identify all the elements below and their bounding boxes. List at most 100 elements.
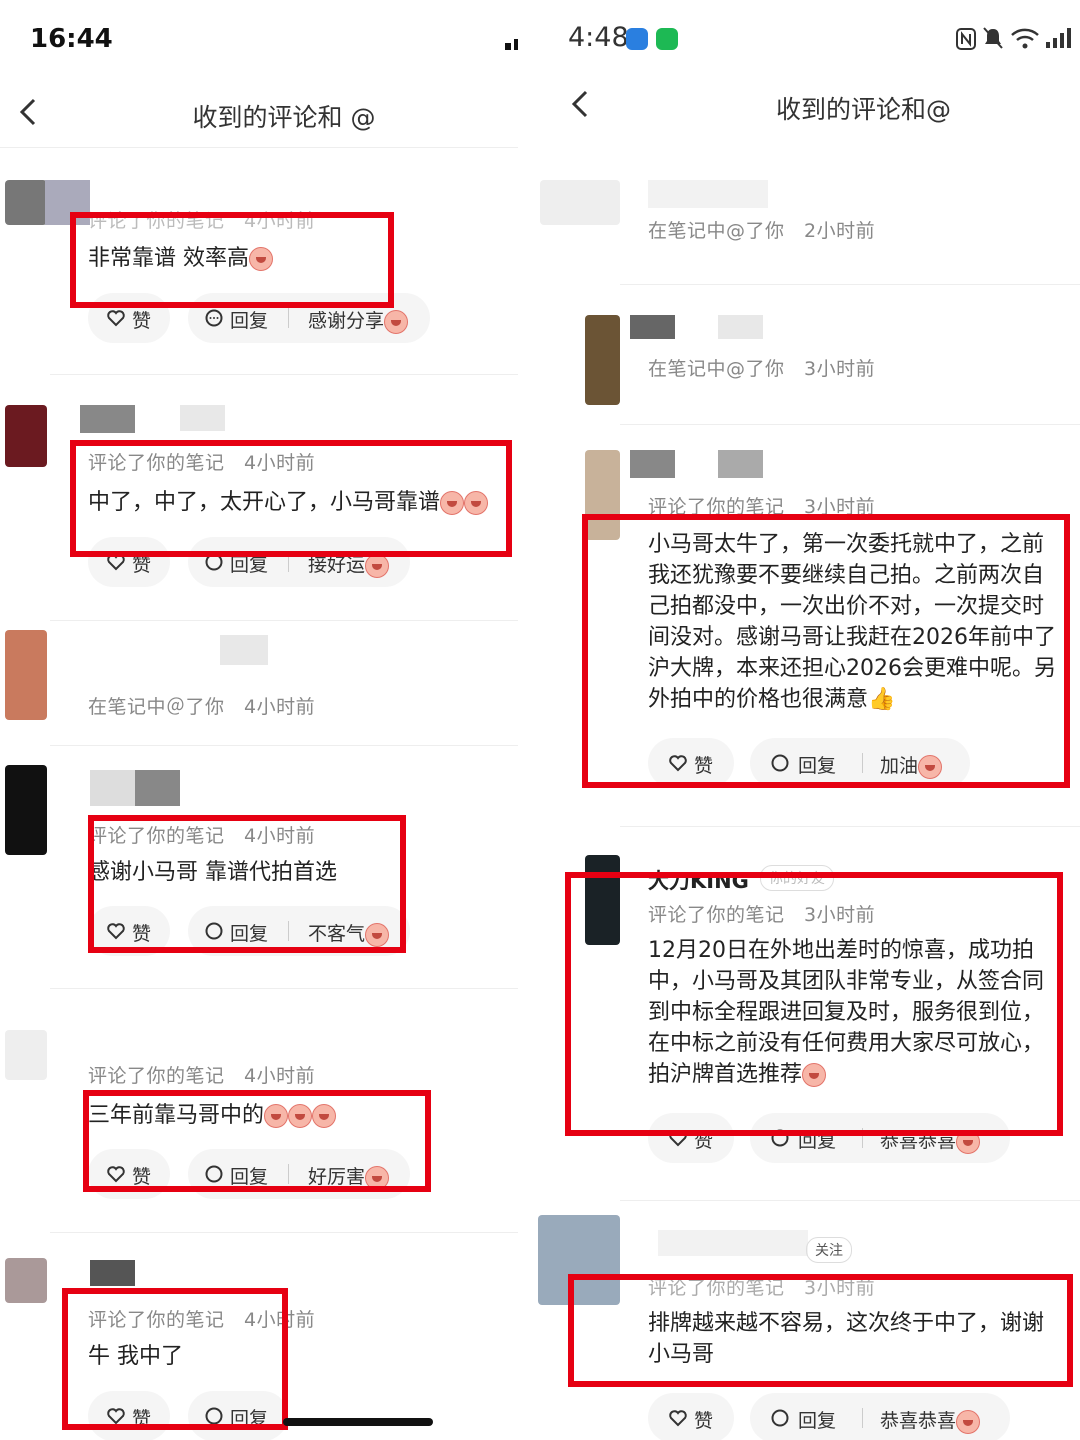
follow-badge[interactable]: 关注: [806, 1237, 852, 1263]
signal-icon: [505, 39, 518, 50]
list-item[interactable]: 评论了你的笔记 4小时前 三年前靠马哥中的 赞 回复 好厉害: [0, 1030, 518, 1200]
app-notification-icon: [626, 28, 648, 50]
avatar[interactable]: [538, 1215, 620, 1305]
wechat-icon: [656, 28, 678, 50]
avatar[interactable]: [5, 630, 47, 720]
avatar[interactable]: [5, 405, 47, 467]
heart-icon: [107, 310, 125, 327]
action-row: 赞 回复 恭喜恭喜: [648, 1393, 1010, 1440]
quick-reply[interactable]: 恭喜恭喜: [880, 1126, 981, 1154]
quick-reply[interactable]: 恭喜恭喜: [880, 1406, 981, 1434]
wifi-icon: [1011, 28, 1039, 49]
comment-icon: [205, 1407, 223, 1425]
heart-icon: [107, 554, 125, 571]
emoji-icon: [249, 247, 273, 271]
quick-reply[interactable]: 加油: [880, 751, 943, 779]
comment-icon: [771, 1129, 789, 1147]
avatar[interactable]: [5, 765, 47, 855]
comment-icon: [771, 754, 789, 772]
comment-text: 中了，中了，太开心了，小马哥靠谱: [88, 487, 489, 518]
emoji-icon: [365, 922, 390, 947]
comment-meta: 评论了你的笔记 3小时前: [648, 496, 876, 518]
comment-meta: 在笔记中@了你 3小时前: [648, 358, 876, 380]
like-button[interactable]: 赞: [88, 1149, 170, 1199]
like-button[interactable]: 赞: [648, 1113, 734, 1163]
action-row: 赞 回复: [88, 1391, 288, 1440]
reply-button[interactable]: 回复 接好运: [188, 537, 410, 587]
reply-button[interactable]: 回复 好厉害: [188, 1149, 410, 1199]
nav-bar: 收到的评论和 @: [0, 76, 518, 148]
page-title: 收到的评论和@: [776, 95, 952, 124]
back-arrow-icon[interactable]: [10, 92, 50, 132]
like-button[interactable]: 赞: [648, 738, 734, 788]
quick-reply[interactable]: 接好运: [308, 550, 390, 578]
list-item[interactable]: 评论了你的笔记 4小时前 中了，中了，太开心了，小马哥靠谱 赞 回复 接好运: [0, 405, 518, 620]
list-item[interactable]: 评论了你的笔记 3小时前 小马哥太牛了，第一次委托就中了，之前我还犹豫要不要继续…: [538, 450, 1080, 790]
reply-button[interactable]: 回复 加油: [750, 738, 970, 788]
comment-icon: [205, 553, 223, 571]
emoji-icon: [802, 1063, 827, 1087]
comment-text: 非常靠谱 效率高: [88, 243, 273, 274]
avatar[interactable]: [585, 315, 620, 405]
emoji-icon: [440, 491, 465, 515]
list-item[interactable]: 在笔记中@了你 3小时前: [538, 315, 1080, 420]
like-button[interactable]: 赞: [88, 293, 170, 343]
comment-meta: 评论了你的笔记 3小时前: [648, 904, 876, 926]
comment-meta: 评论了你的笔记 4小时前: [88, 210, 316, 232]
avatar[interactable]: [5, 1030, 47, 1080]
reply-button[interactable]: 回复 不客气: [188, 906, 410, 956]
reply-button[interactable]: 回复 感谢分享: [188, 293, 430, 343]
like-button[interactable]: 赞: [88, 537, 170, 587]
avatar[interactable]: [5, 180, 47, 225]
action-row: 赞 回复 恭喜恭喜: [648, 1113, 1010, 1163]
avatar[interactable]: [5, 1258, 47, 1303]
user-name[interactable]: 大刀KING: [648, 865, 749, 895]
left-screenshot: 16:44 收到的评论和 @ 评论了你的笔记 4小时前 非常靠谱 效率高 赞 回…: [0, 0, 518, 1440]
list-item[interactable]: 评论了你的笔记 4小时前 牛 我中了 赞 回复: [0, 1258, 518, 1440]
list-item[interactable]: 大刀KING 你的好友 评论了你的笔记 3小时前 12月20日在外地出差时的惊喜…: [538, 855, 1080, 1165]
back-arrow-icon[interactable]: [562, 84, 602, 124]
comment-text: 小马哥太牛了，第一次委托就中了，之前我还犹豫要不要继续自己拍。之前两次自己拍都没…: [648, 532, 1056, 712]
reply-button[interactable]: 回复 恭喜恭喜: [750, 1113, 1010, 1163]
reply-button[interactable]: 回复 恭喜恭喜: [750, 1393, 1010, 1440]
heart-icon: [669, 1410, 687, 1427]
comment-icon: [205, 922, 223, 940]
list-item[interactable]: 评论了你的笔记 4小时前 感谢小马哥 靠谱代拍首选 赞 回复 不客气: [0, 765, 518, 965]
comment-text: 三年前靠马哥中的: [88, 1100, 337, 1131]
action-row: 赞 回复 好厉害: [88, 1149, 418, 1199]
quick-reply[interactable]: 好厉害: [308, 1162, 390, 1190]
like-button[interactable]: 赞: [648, 1393, 734, 1440]
comment-meta: 在笔记中＠了你 4小时前: [88, 696, 316, 718]
list-item[interactable]: 在笔记中＠了你 4小时前: [0, 630, 518, 740]
avatar[interactable]: [540, 180, 620, 225]
comment-meta: 评论了你的笔记 4小时前: [88, 825, 316, 847]
like-button[interactable]: 赞: [88, 906, 170, 956]
emoji-icon: [312, 1104, 337, 1128]
comment-meta: 评论了你的笔记 4小时前: [88, 1309, 316, 1331]
action-row: 赞 回复 加油: [648, 738, 978, 788]
emoji-icon: [288, 1104, 313, 1128]
home-indicator[interactable]: [283, 1418, 433, 1426]
status-time: 4:48: [568, 22, 629, 53]
list-item[interactable]: 评论了你的笔记 4小时前 非常靠谱 效率高 赞 回复 感谢分享: [0, 180, 518, 375]
nav-bar: 收到的评论和@: [538, 70, 1080, 142]
heart-icon: [669, 755, 687, 772]
comment-meta: 在笔记中@了你 2小时前: [648, 220, 876, 242]
comment-meta: 评论了你的笔记 4小时前: [88, 452, 316, 474]
status-bar: 16:44: [0, 0, 518, 75]
action-row: 赞 回复 不客气: [88, 906, 418, 956]
heart-icon: [107, 1408, 125, 1425]
list-item[interactable]: 关注 评论了你的笔记 3小时前 排牌越来越不容易，这次终于中了，谢谢小马哥 赞 …: [538, 1215, 1080, 1440]
comment-text: 排牌越来越不容易，这次终于中了，谢谢小马哥: [648, 1311, 1045, 1367]
comment-text: 12月20日在外地出差时的惊喜，成功拍中，小马哥及其团队非常专业，从签合同到中标…: [648, 938, 1045, 1087]
list-item[interactable]: 在笔记中@了你 2小时前: [538, 180, 1080, 285]
like-button[interactable]: 赞: [88, 1391, 170, 1440]
comment-meta: 评论了你的笔记 4小时前: [88, 1065, 316, 1087]
avatar[interactable]: [585, 855, 620, 945]
quick-reply[interactable]: 感谢分享: [308, 306, 409, 334]
reply-button[interactable]: 回复: [188, 1391, 288, 1440]
emoji-icon: [956, 1409, 981, 1434]
avatar[interactable]: [585, 450, 620, 540]
status-time: 16:44: [30, 24, 113, 54]
quick-reply[interactable]: 不客气: [308, 919, 390, 947]
